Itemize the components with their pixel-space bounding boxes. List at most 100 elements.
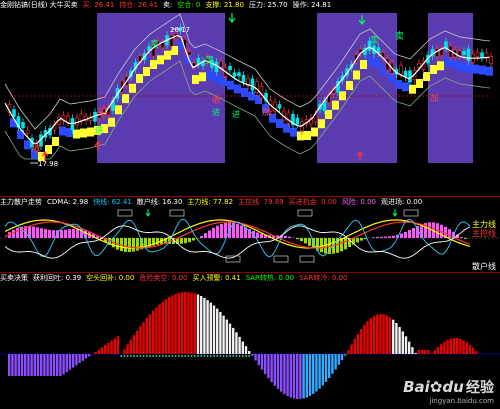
decision-bar: [248, 351, 251, 354]
sar-dot: [171, 355, 174, 357]
decision-bar: [203, 297, 206, 354]
flow-bar: [68, 229, 71, 238]
flow-bar: [384, 236, 387, 238]
sar-dot: [133, 355, 135, 357]
sar-dot: [123, 355, 126, 357]
sar-dot: [238, 355, 241, 357]
candle: [219, 60, 223, 68]
decision-bar: [222, 315, 225, 354]
flow-bar: [60, 230, 63, 239]
trend-block: [465, 63, 472, 73]
trend-block: [311, 127, 318, 137]
candle: [241, 75, 246, 83]
flow-bar: [12, 229, 15, 238]
decision-bar: [244, 346, 248, 354]
watermark-url: jingyan.baidu.com: [429, 397, 494, 405]
trend-block: [115, 105, 122, 115]
sar-dot: [126, 355, 129, 357]
decision-bar: [136, 330, 139, 354]
decision-bar: [296, 354, 299, 399]
flow-bar: [204, 233, 207, 238]
decision-bar: [270, 354, 273, 383]
signal-recover: 收: [212, 94, 221, 106]
sar-dot: [136, 355, 139, 357]
decision-bar: [27, 354, 30, 376]
flow-bar: [464, 238, 467, 239]
fund-flow-chart[interactable]: [0, 208, 500, 272]
decision-bar: [353, 338, 356, 354]
flow-bar: [52, 230, 55, 238]
trend-block: [367, 56, 374, 66]
candle: [232, 72, 237, 77]
candle: [21, 122, 25, 129]
decision-bar: [158, 304, 161, 354]
trend-block: [199, 72, 206, 82]
signal-enter: 进: [212, 108, 220, 117]
trend-block: [220, 77, 227, 86]
sar-dot: [161, 355, 164, 357]
trend-block: [227, 80, 234, 90]
sar-dot: [120, 355, 123, 357]
decision-bar: [11, 354, 14, 376]
watermark-logo: Bai: [403, 378, 430, 396]
flow-bar: [412, 227, 415, 239]
decision-bar: [75, 354, 78, 366]
decision-bar: [408, 341, 411, 354]
decision-bar: [273, 354, 276, 386]
trend-block: [332, 100, 339, 110]
decision-bar: [260, 354, 264, 370]
decision-bar: [43, 354, 46, 376]
decision-bar: [286, 354, 289, 396]
decision-bar: [24, 354, 27, 376]
flow-indicator-7: 风险: 0.00: [341, 198, 376, 206]
price-indicator-2: 持仓: 26.41: [119, 1, 158, 9]
arrow-down-icon: [145, 209, 151, 217]
decision-bar: [372, 316, 376, 354]
fund-flow-panel: 主力散户走势 CDMA: 2.98 快线: 62.41 散户线: 16.30 主力线: …: [0, 197, 500, 272]
decision-bar: [276, 354, 280, 389]
trend-block: [318, 119, 325, 129]
flow-bar: [16, 227, 19, 239]
decision-bar: [392, 319, 395, 354]
signal-box: [169, 209, 185, 217]
decision-bar: [17, 354, 20, 376]
trend-block: [486, 66, 493, 76]
flow-bar: [224, 222, 227, 238]
decision-indicator-1: 获利回吐: 0.39: [33, 274, 82, 282]
trend-block: [164, 50, 171, 60]
flow-bar: [320, 238, 323, 253]
decision-bar: [459, 338, 462, 354]
flow-bar: [48, 229, 51, 238]
control-line-label: 主控线: [472, 229, 496, 238]
decision-bar: [72, 354, 75, 368]
trend-block: [129, 83, 136, 93]
trend-block: [339, 91, 346, 101]
decision-bar: [196, 294, 200, 354]
flow-bar: [344, 238, 347, 250]
price-chart[interactable]: 买加收 加收卖卖卖 卖进 进进: [0, 11, 500, 196]
decision-bar: [152, 310, 155, 354]
decision-bar: [129, 339, 132, 354]
decision-bar: [443, 341, 446, 354]
trend-block: [241, 88, 248, 97]
signal-box: [117, 209, 133, 217]
decision-bar: [379, 314, 382, 354]
decision-bar: [385, 315, 388, 354]
flow-bar: [72, 228, 75, 238]
signal-sell: 卖: [205, 55, 214, 66]
decision-bar: [462, 340, 465, 354]
decision-bar: [417, 350, 420, 354]
decision-bar: [452, 338, 456, 354]
paw-icon: ✿: [429, 378, 443, 396]
candle: [237, 72, 241, 77]
decision-bar: [328, 354, 331, 378]
sar-dot: [219, 355, 222, 357]
signal-sell: 卖: [150, 39, 159, 50]
trend-block: [360, 60, 367, 69]
flow-bar: [256, 232, 259, 238]
decision-bar: [267, 354, 270, 379]
decision-bar: [344, 354, 347, 356]
candle: [417, 62, 421, 68]
sar-dot: [213, 355, 215, 357]
candle: [408, 70, 412, 83]
